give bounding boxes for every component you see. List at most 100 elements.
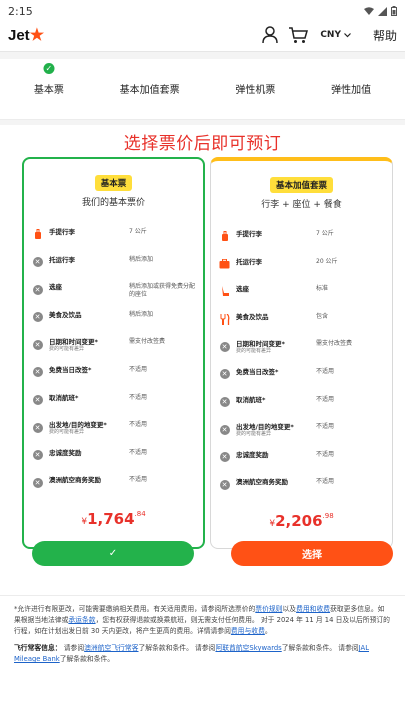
fare-buttons: ✓ 选择: [0, 541, 405, 566]
carry-on-icon: [219, 231, 230, 242]
feature-value: 不适用: [129, 393, 148, 401]
qantas-ff-link[interactable]: 澳洲航空飞行常客: [84, 644, 138, 652]
fare-badge: 基本加值套票: [269, 177, 333, 193]
tab-flex-plus[interactable]: 弹性加值: [331, 63, 371, 107]
feature-value: 不适用: [316, 423, 335, 431]
feature-row: ✕ 出发地/目的地变更* 费的可能有差异 不适用: [211, 423, 392, 451]
feature-name: 出发地/目的地变更* 费的可能有差异: [236, 423, 316, 437]
x-icon: ✕: [219, 452, 230, 463]
account-icon[interactable]: [260, 25, 280, 45]
tab-label: 基本加值套票: [119, 85, 180, 96]
x-icon: ✕: [32, 257, 43, 268]
select-bundle-button[interactable]: 选择: [231, 541, 393, 566]
fare-card-bundle[interactable]: 基本加值套票 行李 + 座位 + 餐食 手提行李 7 公斤 托运行李 20 公斤 选座 标…: [210, 157, 393, 549]
tab-label: 弹性机票: [235, 85, 276, 96]
feature-row: ✕ 出发地/目的地变更* 费的可能有差异 不适用: [24, 421, 203, 449]
emirates-skywards-link[interactable]: 阿联酋航空Skywards: [215, 644, 281, 652]
check-icon: ✓: [108, 548, 118, 559]
feature-value: 包含: [316, 312, 329, 320]
feature-value: 稍后添加: [129, 255, 154, 263]
fees-link[interactable]: 费用和收费: [296, 605, 330, 613]
feature-value: 不适用: [129, 365, 148, 373]
conditions-link[interactable]: 承运条款: [68, 616, 95, 624]
signal-icon: [378, 6, 387, 16]
chevron-down-icon: [344, 32, 351, 37]
price-main: 1,764: [87, 509, 135, 528]
currency-selector[interactable]: CNY: [320, 30, 351, 40]
logo-text: Jet: [8, 26, 30, 44]
check-icon: ✓: [43, 63, 55, 74]
selected-basic-button[interactable]: ✓: [32, 541, 194, 566]
battery-icon: [391, 6, 397, 16]
feature-name: 手提行李: [236, 230, 262, 238]
feature-value: 不适用: [316, 478, 335, 486]
feature-row: 美食及饮品 包含: [211, 313, 392, 341]
feature-name: 取消航班*: [236, 395, 266, 404]
feature-value: 不适用: [316, 450, 335, 458]
feature-row: ✕ 日期和时间变更* 费的可能有差异 需支付改签费: [24, 338, 203, 366]
fare-price: ¥2,206.98: [211, 512, 392, 530]
feature-value: 不适用: [129, 476, 148, 484]
feature-list: 手提行李 7 公斤 托运行李 20 公斤 选座 标准 美食及饮品 包含 ✕ 日期和时间变更* 费的可…: [211, 230, 392, 506]
fare-subtitle: 行李 + 座位 + 餐食: [261, 200, 342, 210]
feature-note: 费的可能有差异: [236, 348, 272, 355]
feature-value: 7 公斤: [129, 228, 147, 235]
x-icon: ✕: [32, 312, 43, 323]
x-icon: ✕: [32, 339, 43, 350]
feature-row: ✕ 托运行李 稍后添加: [24, 256, 203, 284]
feature-row: ✕ 选座 稍后添加或获得免费分配的座位: [24, 283, 203, 311]
feature-value: 7 公斤: [316, 230, 334, 237]
feature-row: ✕ 澳洲航空商务奖励 不适用: [24, 476, 203, 504]
help-link[interactable]: 帮助: [373, 27, 397, 44]
status-icons: [364, 6, 397, 16]
feature-name: 免费当日改签*: [49, 365, 92, 374]
cutlery-icon: [219, 313, 230, 325]
feature-name: 选座: [49, 283, 62, 292]
fare-rules-link[interactable]: 票价规则: [255, 605, 282, 613]
feature-name: 澳洲航空商务奖励: [49, 476, 101, 485]
seat-icon: [219, 286, 230, 297]
logo-star-icon: ★: [29, 27, 45, 44]
feature-name: 美食及饮品: [49, 310, 82, 319]
feature-name: 澳洲航空商务奖励: [236, 478, 288, 487]
status-time: 2:15: [8, 4, 33, 18]
feature-value: 不适用: [316, 367, 335, 375]
tab-label: 弹性加值: [331, 85, 372, 96]
tab-flex[interactable]: 弹性机票: [235, 63, 275, 107]
fees-charges-link[interactable]: 费用与收费: [231, 627, 265, 635]
feature-row: 手提行李 7 公斤: [211, 230, 392, 258]
feature-row: ✕ 美食及饮品 稍后添加: [24, 311, 203, 339]
feature-name: 出发地/目的地变更* 费的可能有差异: [49, 421, 129, 435]
promo-banner: 选择票价后即可预订: [123, 134, 282, 154]
feature-row: ✕ 免费当日改签* 不适用: [24, 366, 203, 394]
x-icon: ✕: [219, 424, 230, 435]
x-icon: ✕: [32, 395, 43, 406]
feature-name: 选座: [236, 285, 249, 294]
x-icon: ✕: [219, 479, 230, 490]
feature-row: ✕ 忠诚度奖励 不适用: [211, 451, 392, 479]
price-decimal: .98: [322, 511, 334, 520]
header-divider: [0, 51, 405, 59]
feature-row: 选座 标准: [211, 285, 392, 313]
fare-badge: 基本票: [94, 175, 133, 191]
fare-card-basic[interactable]: 基本票 我们的基本票价 手提行李 7 公斤 ✕ 托运行李 稍后添加 ✕ 选座 稍后添加或获得免…: [22, 157, 205, 549]
feature-row: ✕ 取消航班* 不适用: [211, 396, 392, 424]
x-icon: ✕: [219, 341, 230, 352]
cart-icon[interactable]: [288, 25, 308, 45]
feature-name: 忠诚度奖励: [49, 448, 82, 457]
wifi-icon: [364, 6, 374, 15]
x-icon: ✕: [32, 477, 43, 488]
price-main: 2,206: [275, 511, 323, 530]
tab-basic-bundle[interactable]: 基本加值套票: [120, 63, 180, 107]
feature-row: ✕ 澳洲航空商务奖励 不适用: [211, 478, 392, 506]
tab-basic[interactable]: ✓ 基本票: [34, 63, 64, 107]
x-icon: ✕: [32, 450, 43, 461]
feature-value: 不适用: [129, 448, 148, 456]
feature-row: 手提行李 7 公斤: [24, 228, 203, 256]
feature-name: 日期和时间变更* 费的可能有差异: [49, 338, 129, 352]
feature-name: 取消航班*: [49, 393, 79, 402]
jetstar-logo[interactable]: Jet ★: [8, 25, 44, 45]
app-header: Jet ★ CNY 帮助: [0, 22, 405, 48]
x-icon: ✕: [219, 369, 230, 380]
fine-print-paragraph: *允许进行有限更改，可能需要缴纳相关费用。有关适用费用，请参阅所选票价的票价规则…: [14, 605, 390, 635]
